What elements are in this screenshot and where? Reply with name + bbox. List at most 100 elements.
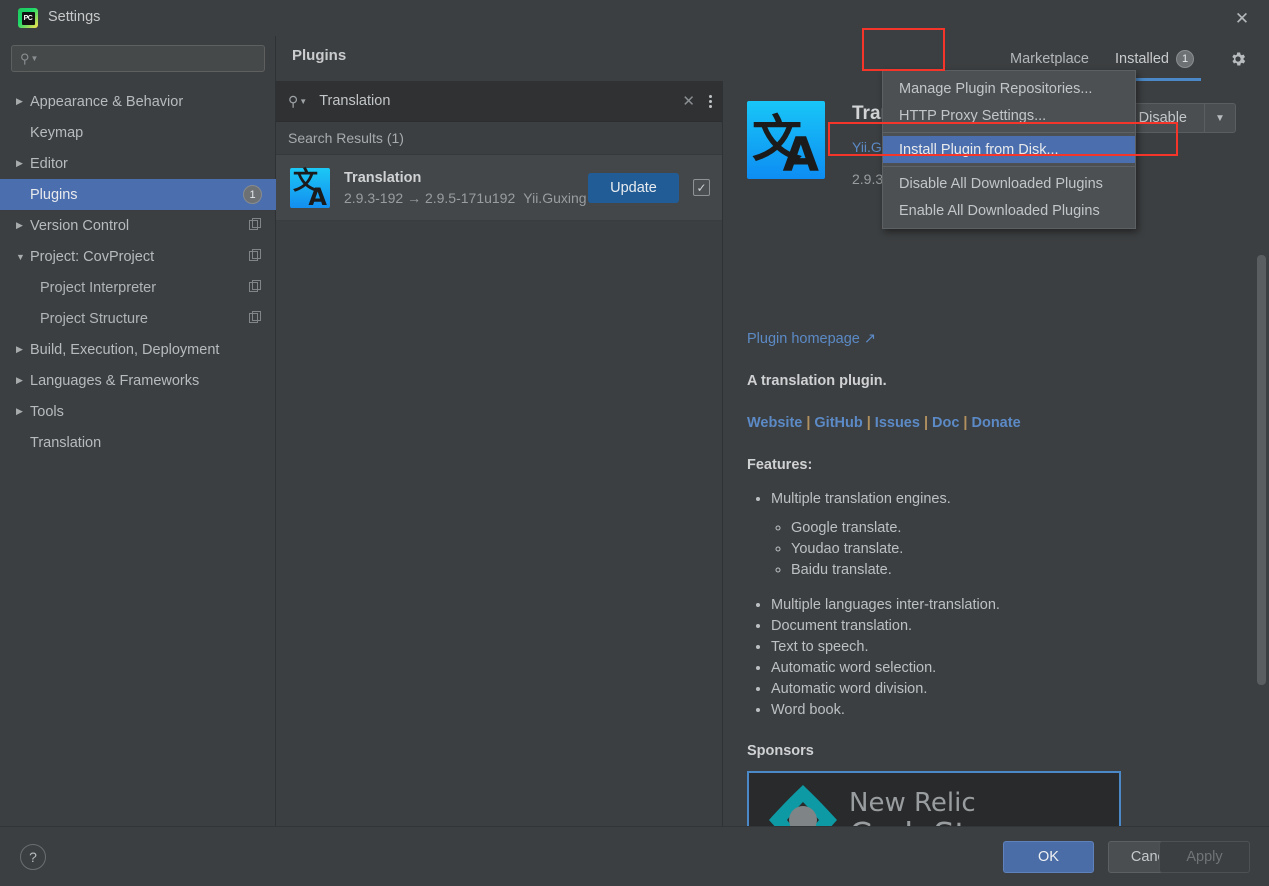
version-arrow-icon: →	[407, 189, 422, 206]
chevron-down-icon[interactable]: ▼	[1205, 113, 1235, 124]
settings-dialog: PC Settings ✕ ⚲ ▼ ▶ Appearance & Behavior…	[0, 0, 1269, 886]
version-from: 2.9.3-192	[344, 189, 404, 206]
sidebar-item-label: Languages & Frameworks	[30, 372, 200, 389]
title-bar: PC Settings ✕	[0, 0, 1269, 36]
sidebar-item-editor[interactable]: ▶ Editor	[0, 148, 276, 179]
sidebar-item-keymap[interactable]: ▶Keymap	[0, 117, 276, 148]
feature-item: Document translation.	[771, 616, 1237, 637]
chevron-right-icon[interactable]: ▶	[16, 127, 30, 138]
pycharm-logo-icon: PC	[18, 8, 38, 28]
sidebar-item-build-execution-deployment[interactable]: ▶ Build, Execution, Deployment	[0, 334, 276, 365]
chevron-down-icon[interactable]: ▼	[16, 252, 30, 262]
menu-item-manage-plugin-repositories[interactable]: Manage Plugin Repositories...	[883, 75, 1135, 102]
plugin-detail-body: Plugin homepage ↗ A translation plugin. …	[723, 216, 1269, 826]
apply-button[interactable]: Apply	[1159, 841, 1250, 873]
plugin-icon-glyph-bottom: A	[308, 182, 327, 211]
gear-icon[interactable]	[1207, 36, 1269, 81]
menu-item-http-proxy-settings[interactable]: HTTP Proxy Settings...	[883, 102, 1135, 129]
menu-item-install-plugin-from-disk[interactable]: Install Plugin from Disk...	[883, 136, 1135, 163]
kebab-icon[interactable]	[709, 93, 712, 110]
plugin-search-bar[interactable]: ⚲ ▼ Translation ✕	[276, 81, 722, 122]
sponsor-line1: New Relic	[849, 787, 976, 818]
sidebar-item-label: Project: CovProject	[30, 248, 155, 265]
feature-item: Multiple languages inter-translation.	[771, 595, 1237, 616]
sidebar-item-label: Version Control	[30, 217, 130, 234]
copy-icon	[249, 311, 262, 324]
search-icon: ⚲	[20, 51, 30, 66]
chevron-right-icon[interactable]: ▶	[16, 406, 30, 417]
sidebar-item-version-control[interactable]: ▶ Version Control	[0, 210, 276, 241]
sidebar-item-label: Project Interpreter	[40, 279, 157, 296]
update-button[interactable]: Update	[588, 172, 679, 203]
sponsors-heading: Sponsors	[747, 743, 814, 759]
sidebar-item-label: Appearance & Behavior	[30, 93, 184, 110]
plugin-homepage-link[interactable]: Plugin homepage ↗	[747, 331, 1237, 347]
window-title: Settings	[48, 9, 101, 25]
plugin-enabled-checkbox[interactable]: ✓	[693, 179, 710, 196]
link-website[interactable]: Website	[747, 415, 802, 431]
chevron-right-icon[interactable]: ▶	[16, 96, 30, 107]
plugin-list-panel: ⚲ ▼ Translation ✕ Search Results (1) 文A T…	[276, 81, 723, 826]
sidebar-item-translation[interactable]: ▶Translation	[0, 427, 276, 458]
copy-icon	[249, 280, 262, 293]
chevron-right-icon[interactable]: ▶	[16, 344, 30, 355]
link-github[interactable]: GitHub	[814, 415, 862, 431]
sidebar-item-project-structure[interactable]: Project Structure	[0, 303, 276, 334]
features-list: Multiple translation engines. Google tran…	[747, 489, 1237, 721]
disable-button[interactable]: Disable ▼	[1120, 103, 1236, 133]
sidebar-item-label: Tools	[30, 403, 64, 420]
plugin-search-input[interactable]: Translation	[319, 93, 682, 109]
sidebar-item-badge: 1	[243, 185, 262, 204]
chevron-right-icon[interactable]: ▶	[16, 189, 30, 200]
sidebar-item-appearance-behavior[interactable]: ▶ Appearance & Behavior	[0, 86, 276, 117]
search-icon: ⚲	[288, 92, 299, 109]
clear-search-icon[interactable]: ✕	[682, 92, 695, 110]
menu-item-disable-all-downloaded-plugins[interactable]: Disable All Downloaded Plugins	[883, 170, 1135, 197]
link-donate[interactable]: Donate	[971, 415, 1020, 431]
dialog-footer: ? OK Cancel Apply	[0, 826, 1269, 886]
plugin-item-vendor: Yii.Guxing	[523, 189, 587, 206]
feature-list: Multiple translation engines. Google tran…	[771, 489, 1237, 721]
copy-icon	[249, 218, 262, 231]
chevron-right-icon[interactable]: ▶	[16, 437, 30, 448]
sidebar-item-label: Translation	[30, 434, 102, 451]
feature-item: Word book.	[771, 700, 1237, 721]
link-separator: |	[806, 415, 811, 431]
feature-subitem: Google translate.	[791, 518, 1237, 539]
feature-subitem: Youdao translate.	[791, 539, 1237, 560]
sidebar-item-plugins[interactable]: ▶Plugins 1	[0, 179, 276, 210]
sidebar-search[interactable]: ⚲ ▼	[11, 45, 265, 72]
plugin-list-item[interactable]: 文 A Translation 2.9.3-192 → 2.9.5-171u192 Yi…	[276, 155, 722, 221]
pycharm-logo-text: PC	[21, 11, 35, 25]
link-doc[interactable]: Doc	[932, 415, 959, 431]
sponsor-banner[interactable]: New Relic CodeStream	[747, 771, 1121, 826]
chevron-right-icon[interactable]: ▶	[16, 220, 30, 231]
version-to: 2.9.5-171u192	[424, 189, 516, 206]
sidebar-search-input[interactable]	[38, 51, 264, 66]
plugin-description: A translation plugin.	[747, 373, 887, 389]
chevron-right-icon[interactable]: ▶	[16, 375, 30, 386]
detail-scrollbar[interactable]	[1257, 255, 1266, 685]
link-issues[interactable]: Issues	[875, 415, 920, 431]
sidebar-item-label: Build, Execution, Deployment	[30, 341, 220, 358]
plugin-item-versions: 2.9.3-192 → 2.9.5-171u192 Yii.Guxing	[344, 190, 588, 206]
sidebar-item-tools[interactable]: ▶ Tools	[0, 396, 276, 427]
menu-separator	[883, 132, 1135, 133]
plugin-settings-menu: Manage Plugin Repositories... HTTP Proxy …	[882, 70, 1136, 229]
menu-item-enable-all-downloaded-plugins[interactable]: Enable All Downloaded Plugins	[883, 197, 1135, 224]
translation-plugin-icon: 文A	[290, 167, 330, 211]
features-heading: Features:	[747, 457, 813, 473]
sidebar-item-project-interpreter[interactable]: Project Interpreter	[0, 272, 276, 303]
feature-item: Automatic word selection.	[771, 658, 1237, 679]
sidebar-item-project-covproject[interactable]: ▼ Project: CovProject	[0, 241, 276, 272]
feature-item: Text to speech.	[771, 637, 1237, 658]
feature-subitem: Baidu translate.	[791, 560, 1237, 581]
chevron-down-icon: ▼	[30, 54, 39, 63]
close-icon[interactable]: ✕	[1229, 6, 1255, 32]
ok-button[interactable]: OK	[1003, 841, 1094, 873]
help-button[interactable]: ?	[20, 844, 46, 870]
sidebar-item-languages-frameworks[interactable]: ▶ Languages & Frameworks	[0, 365, 276, 396]
menu-separator	[883, 166, 1135, 167]
sponsor-line2: CodeStream	[849, 818, 1053, 827]
chevron-right-icon[interactable]: ▶	[16, 158, 30, 169]
